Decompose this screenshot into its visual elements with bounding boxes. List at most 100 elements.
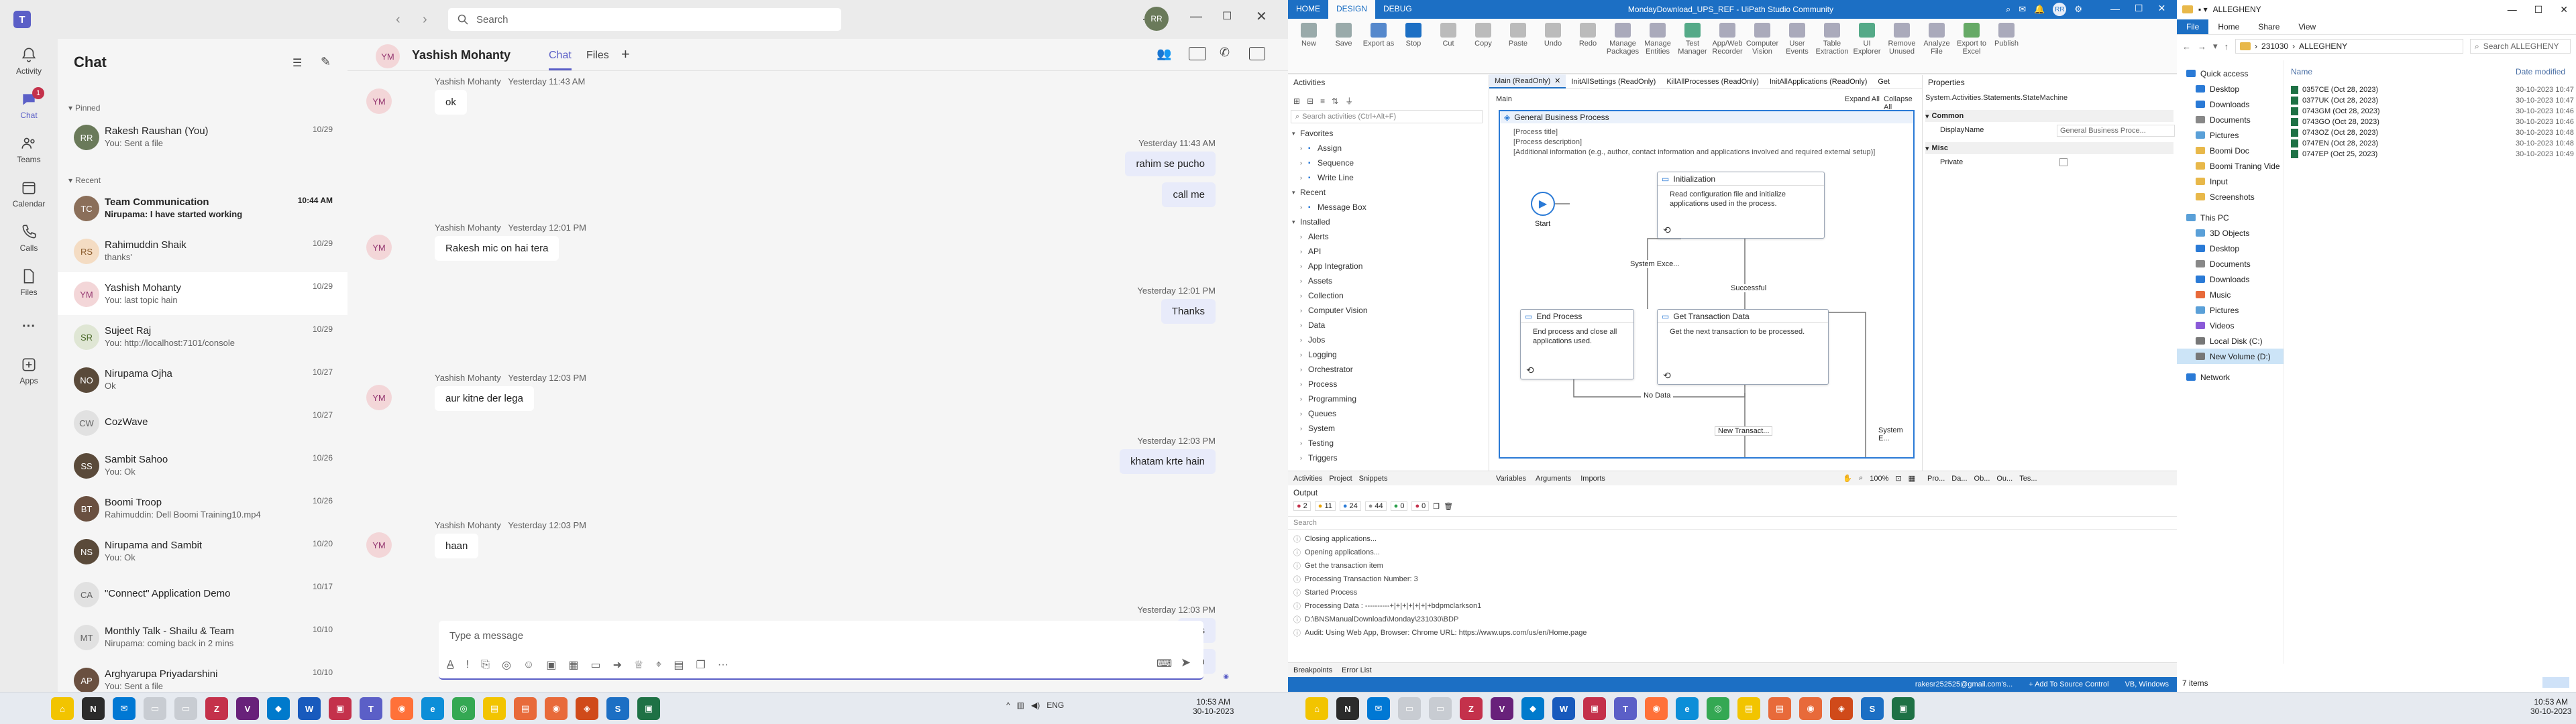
nav-item[interactable]: Documents: [2177, 112, 2284, 127]
nav-item[interactable]: Downloads: [2177, 272, 2284, 287]
file-row[interactable]: 0747EP (Oct 25, 2023) 30-10-2023 10:49: [2284, 149, 2576, 160]
ribbon-button[interactable]: New: [1292, 23, 1326, 48]
overview-icon[interactable]: ▦: [1909, 474, 1915, 483]
nav-item[interactable]: Boomi Doc: [2177, 143, 2284, 158]
nav-item[interactable]: This PC: [2177, 210, 2284, 225]
taskbar-app-icon[interactable]: ✉: [1367, 697, 1390, 720]
activities-search[interactable]: ⌕ Search activities (Ctrl+Alt+F): [1291, 110, 1483, 123]
filter-icon[interactable]: ☰: [292, 56, 302, 70]
activity-tree-item[interactable]: › ▪ Assign: [1292, 141, 1483, 156]
output-log-line[interactable]: ⓘ Opening applications...: [1293, 546, 2165, 559]
output-log-line[interactable]: ⓘ D:\BNSManualDownload\Monday\231030\BDP: [1293, 613, 2165, 626]
activity-tree-item[interactable]: › System: [1292, 421, 1483, 436]
col-name-header[interactable]: Name: [2291, 67, 2312, 76]
taskbar-app-icon[interactable]: e: [421, 697, 444, 720]
output-filter-toggle[interactable]: ● 0: [1411, 501, 1430, 511]
nav-item[interactable]: Boomi Traning Vide: [2177, 158, 2284, 174]
taskbar-app-icon[interactable]: ⌂: [1305, 697, 1328, 720]
up-arrow-icon[interactable]: ↑: [2224, 42, 2229, 52]
prop-display-input[interactable]: General Business Proce...: [2057, 125, 2175, 137]
network-icon[interactable]: ▥: [1017, 701, 1024, 710]
taskbar-app-icon[interactable]: N: [82, 697, 105, 720]
tab-design[interactable]: DESIGN: [1328, 0, 1376, 19]
collapse-all-link[interactable]: Collapse All: [1884, 95, 1922, 111]
ribbon-button[interactable]: Redo: [1571, 23, 1605, 48]
copy-icon[interactable]: ❐: [1433, 502, 1440, 511]
activity-tree-item[interactable]: › ▪ Message Box: [1292, 200, 1483, 215]
ribbon-button[interactable]: App/Web Recorder: [1711, 23, 1744, 56]
expand-icon[interactable]: ⊞: [1293, 97, 1300, 106]
activity-tree-item[interactable]: › API: [1292, 244, 1483, 259]
maximize-icon[interactable]: ☐: [1222, 9, 1232, 23]
taskbar-app-icon[interactable]: ▭: [1398, 697, 1421, 720]
col-date-header[interactable]: Date modified: [2516, 67, 2565, 76]
forward-arrow-icon[interactable]: ›: [423, 12, 427, 27]
new-chat-icon[interactable]: ✎: [321, 55, 331, 69]
message-bubble[interactable]: call me: [1162, 182, 1216, 207]
output-filter-toggle[interactable]: ● 44: [1364, 501, 1387, 511]
panel-tab[interactable]: Pro...: [1927, 475, 1945, 483]
explorer-tab[interactable]: View: [2289, 19, 2325, 34]
clear-icon[interactable]: 🗑: [1444, 502, 1453, 511]
tab-debug[interactable]: DEBUG: [1375, 0, 1420, 19]
taskbar-app-icon[interactable]: S: [1861, 697, 1884, 720]
chat-list-item[interactable]: RR Rakesh Raushan (You) You: Sent a file 10…: [58, 115, 347, 158]
more-icon[interactable]: ···: [718, 659, 729, 671]
initialization-state[interactable]: ▭ Initialization Read configuration file…: [1657, 172, 1825, 239]
prop-misc-group[interactable]: ▾ Misc: [1925, 142, 2174, 154]
nav-item[interactable]: New Volume (D:): [2177, 349, 2284, 364]
nav-item[interactable]: Desktop: [2177, 241, 2284, 256]
dictate-icon[interactable]: ⌨: [1157, 657, 1172, 670]
praise-icon[interactable]: ♕: [634, 658, 643, 672]
message-bubble[interactable]: haan: [435, 534, 479, 558]
notifications-icon[interactable]: 🔔: [2034, 4, 2045, 15]
start-node[interactable]: ▶: [1531, 192, 1555, 216]
taskbar-app-icon[interactable]: ▭: [1429, 697, 1452, 720]
ribbon-button[interactable]: Computer Vision: [1746, 23, 1779, 56]
address-bar[interactable]: › 231030 › ALLEGHENY: [2235, 39, 2464, 54]
right-clock[interactable]: 10:53 AM 30-10-2023: [2530, 697, 2571, 716]
message-bubble[interactable]: aur kitne der lega: [435, 386, 534, 411]
panel-tab[interactable]: Breakpoints: [1293, 666, 1332, 674]
taskbar-app-icon[interactable]: ▤: [1768, 697, 1791, 720]
activity-tree-item[interactable]: › Queues: [1292, 406, 1483, 421]
output-log-line[interactable]: ⓘ Started Process: [1293, 586, 2165, 599]
message-bubble[interactable]: Rakesh mic on hai tera: [435, 236, 559, 261]
close-icon[interactable]: ✕: [1256, 8, 1267, 25]
maximize-icon[interactable]: ☐: [2135, 3, 2143, 14]
activity-tree-item[interactable]: › Logging: [1292, 347, 1483, 362]
filter-icon[interactable]: ⏚: [1345, 95, 1353, 107]
taskbar-app-icon[interactable]: W: [298, 697, 321, 720]
close-icon[interactable]: ✕: [2560, 4, 2568, 15]
list-icon[interactable]: ≡: [1320, 97, 1325, 106]
activity-tree-item[interactable]: › Assets: [1292, 274, 1483, 288]
chat-list-item[interactable]: BT Boomi Troop Rahimuddin: Dell Boomi Trai…: [58, 487, 347, 530]
taskbar-app-icon[interactable]: ▭: [144, 697, 166, 720]
minimize-icon[interactable]: —: [1190, 9, 1202, 23]
taskbar-app-icon[interactable]: ▣: [637, 697, 660, 720]
nav-item[interactable]: Input: [2177, 174, 2284, 189]
rail-calls[interactable]: Calls: [0, 216, 58, 260]
add-tab-icon[interactable]: +: [621, 46, 630, 63]
nav-item[interactable]: Network: [2177, 369, 2284, 385]
fit-icon[interactable]: ⊡: [1895, 474, 1901, 483]
search-icon[interactable]: ⌕: [2006, 4, 2010, 15]
taskbar-app-icon[interactable]: ✉: [113, 697, 136, 720]
panel-tab[interactable]: Activities: [1293, 475, 1322, 483]
taskbar-app-icon[interactable]: V: [1491, 697, 1513, 720]
ribbon-button[interactable]: Export as: [1362, 23, 1395, 48]
ribbon-button[interactable]: Test Manager: [1676, 23, 1709, 56]
file-row[interactable]: 0743GM (Oct 28, 2023) 30-10-2023 10:46: [2284, 106, 2576, 117]
close-icon[interactable]: ✕: [2158, 3, 2166, 14]
document-tab[interactable]: InitAllSettings (ReadOnly): [1566, 76, 1661, 88]
panel-tab[interactable]: Snippets: [1359, 475, 1388, 483]
nav-item[interactable]: 3D Objects: [2177, 225, 2284, 241]
video-call-icon[interactable]: [1189, 47, 1206, 60]
output-log-line[interactable]: ⓘ Processing Transaction Number: 3: [1293, 572, 2165, 586]
output-filter-toggle[interactable]: ● 0: [1390, 501, 1408, 511]
taskbar-app-icon[interactable]: ◉: [545, 697, 568, 720]
output-filter-toggle[interactable]: ● 2: [1293, 501, 1311, 511]
activity-tree-item[interactable]: › Collection: [1292, 288, 1483, 303]
back-arrow-icon[interactable]: ‹: [396, 12, 400, 27]
pan-icon[interactable]: ✋: [1843, 474, 1852, 483]
